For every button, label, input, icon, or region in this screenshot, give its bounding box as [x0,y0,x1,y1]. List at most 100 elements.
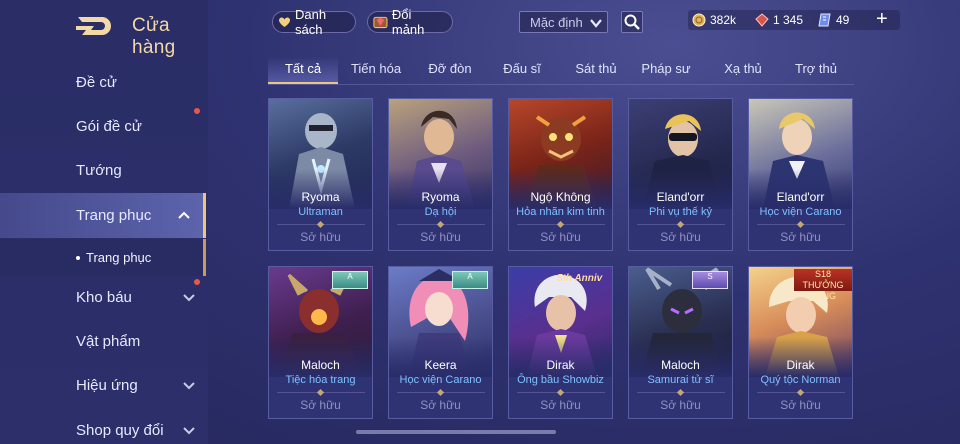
rarity-badge: S [692,271,728,289]
skin-card[interactable]: S18 THƯỞNG HẠNG Dirak Quý tộc Norman Sở … [748,266,853,419]
chevron-down-icon [183,294,195,302]
chevron-down-icon [183,382,195,390]
sidebar-item-label: Hiệu ứng [76,376,138,394]
skin-card[interactable]: Eland'orr Học viện Carano Sở hữu [748,98,853,251]
divider [517,392,605,393]
tab-marksman[interactable]: Xạ thủ [711,57,775,84]
gold-amount: 382k [710,13,737,27]
ruby-gem-icon [755,13,769,27]
tab-evolution[interactable]: Tiến hóa [342,57,410,84]
owned-status: Sở hữu [300,398,341,412]
anniversary-tag: 5th Anniv [557,273,603,284]
heart-icon [279,17,291,28]
voucher-icon [818,13,831,27]
divider [277,392,365,393]
page-title: Cửa hàng [132,15,176,58]
sidebar-item-featured-bundles[interactable]: Gói đề cử [0,104,206,148]
sidebar-item-heroes[interactable]: Tướng [0,148,206,192]
sort-value: Mặc định [530,14,583,30]
sidebar-item-label: Shop quy đổi [76,421,164,439]
search-button[interactable] [621,11,643,33]
owned-status: Sở hữu [780,230,821,244]
skin-name: Samurai tử sĩ [647,374,714,386]
skin-card[interactable]: Eland'orr Phi vụ thế kỷ Sở hữu [628,98,733,251]
sidebar-subitem-skins[interactable]: Trang phục [0,239,206,276]
sidebar-item-label: Tướng [76,161,122,179]
sidebar-item-label: Vật phẩm [76,332,141,350]
sidebar-item-featured[interactable]: Đề cử [0,60,206,104]
hero-name: Ryoma [301,190,340,204]
home-indicator[interactable] [356,430,556,434]
owned-status: Sở hữu [540,398,581,412]
tab-fighter[interactable]: Đấu sĩ [490,57,554,84]
divider [757,224,845,225]
tab-all[interactable]: Tất cả [268,57,338,84]
owned-status: Sở hữu [660,230,701,244]
add-currency-button[interactable]: + [876,9,892,29]
skin-card[interactable]: S Maloch Samurai tử sĩ Sở hữu [628,266,733,419]
gold-coin-icon [692,13,706,27]
skin-card[interactable]: Ryoma Dạ hội Sở hữu [388,98,493,251]
exchange-fragments-button[interactable]: Đổi mảnh [367,7,453,37]
category-tabs: Tất cả Tiến hóa Đỡ đòn Đấu sĩ Sát thủ Ph… [268,57,854,85]
owned-status: Sở hữu [660,398,701,412]
skin-card[interactable]: Ryoma Ultraman Sở hữu [268,98,373,251]
exchange-label: Đổi mảnh [391,7,425,37]
hero-name: Dirak [546,358,575,372]
divider [757,392,845,393]
chevron-up-icon [178,211,190,219]
skin-card[interactable]: A Keera Học viện Carano Sở hữu [388,266,493,419]
back-d-logo-icon[interactable] [76,14,116,36]
rank-reward-badge: S18 THƯỞNG HẠNG [794,269,852,301]
ruby-amount: 1 345 [773,13,804,27]
gold-currency: 382k [692,13,736,27]
sidebar-item-exchange-shop[interactable]: Shop quy đổi [0,408,206,444]
voucher-amount: 49 [836,13,850,27]
owned-status: Sở hữu [420,398,461,412]
wishlist-label: Danh sách [295,7,327,37]
hero-name: Maloch [661,358,700,372]
skin-name: Phi vụ thế kỷ [649,206,712,218]
sidebar-item-treasure[interactable]: Kho báu [0,275,206,319]
divider [517,224,605,225]
skin-name: Học viện Carano [399,374,482,386]
owned-status: Sở hữu [420,230,461,244]
skin-card[interactable]: Ngộ Không Hỏa nhãn kim tinh Sở hữu [508,98,613,251]
skin-name: Ultraman [298,206,343,218]
skin-name: Tiệc hóa trang [285,374,356,386]
sidebar-item-effects[interactable]: Hiệu ứng [0,363,206,407]
sidebar-item-skins[interactable]: Trang phục [0,193,206,238]
sidebar-item-items[interactable]: Vật phẩm [0,319,206,363]
notification-dot [194,279,200,285]
hero-name: Eland'orr [656,190,705,204]
hero-name: Ngộ Không [530,190,591,204]
divider [397,224,485,225]
skin-name: Ông bầu Showbiz [517,374,604,386]
sidebar-item-label: Trang phục [76,207,152,224]
skin-name: Hỏa nhãn kim tinh [516,206,605,218]
sidebar-item-label: Gói đề cử [76,117,142,135]
divider [637,392,725,393]
fragment-chest-icon [373,16,388,29]
tab-mage[interactable]: Pháp sư [634,57,698,84]
sidebar-item-label: Kho báu [76,288,132,306]
skin-card[interactable]: A Maloch Tiệc hóa trang Sở hữu [268,266,373,419]
notification-dot [194,108,200,114]
owned-status: Sở hữu [540,230,581,244]
divider [277,224,365,225]
wishlist-button[interactable]: Danh sách [272,7,356,37]
sort-dropdown[interactable]: Mặc định [519,11,608,33]
skin-card[interactable]: 5th Anniv Dirak Ông bầu Showbiz Sở hữu [508,266,613,419]
tab-support[interactable]: Trợ thủ [784,57,848,84]
skin-name: Học viện Carano [759,206,842,218]
tab-assassin[interactable]: Sát thủ [564,57,628,84]
ruby-currency: 1 345 [755,13,803,27]
hero-name: Eland'orr [776,190,825,204]
tab-tank[interactable]: Đỡ đòn [418,57,482,84]
bullet-icon [76,255,80,260]
hero-name: Keera [424,358,457,372]
rarity-badge: A [332,271,368,289]
divider [397,392,485,393]
sidebar: Cửa hàng Đề cử Gói đề cử Tướng Trang phụ… [0,0,208,444]
divider [637,224,725,225]
